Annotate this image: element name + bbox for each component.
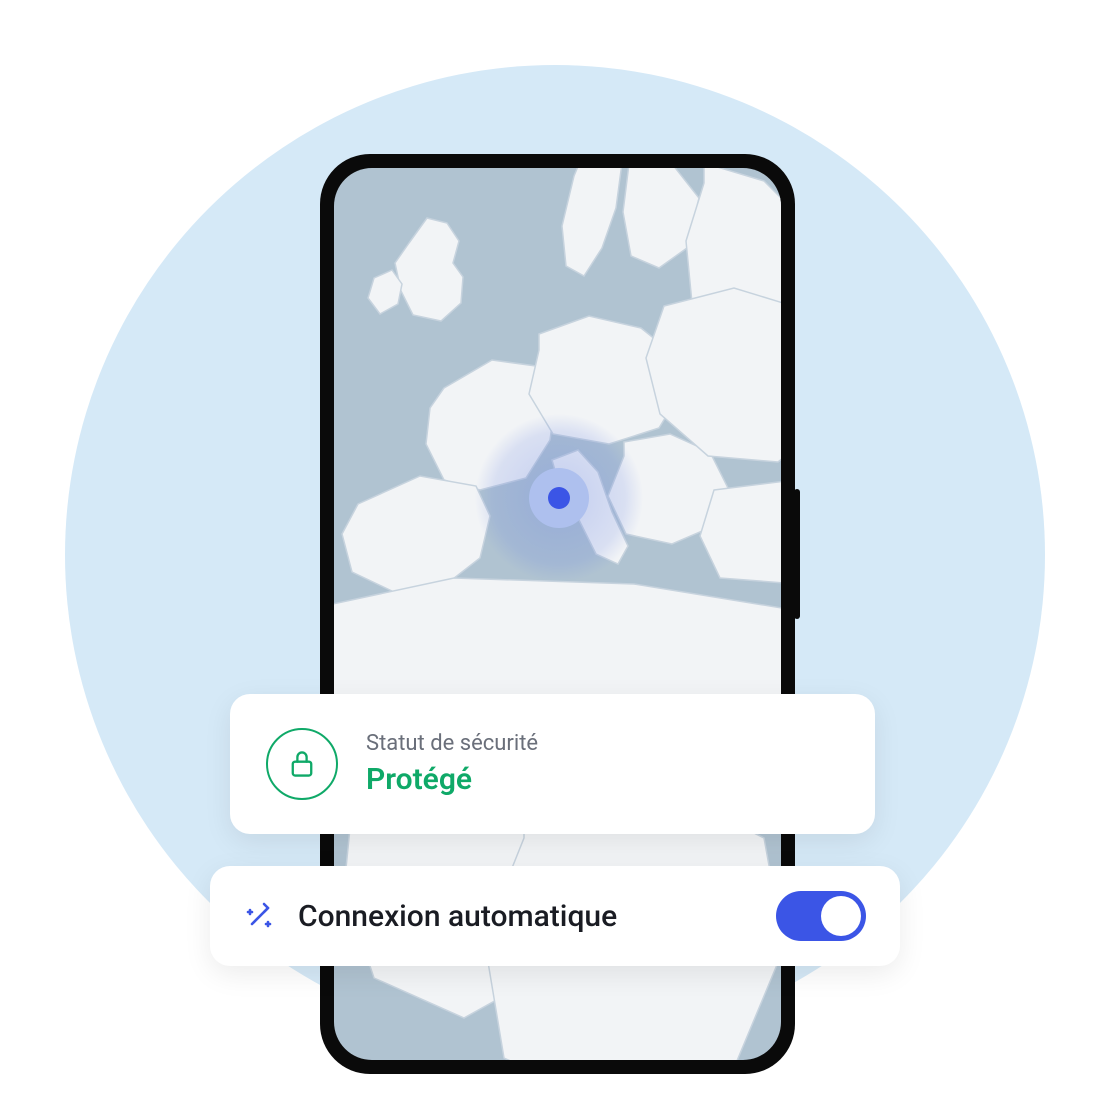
- autoconnect-label: Connexion automatique: [298, 899, 617, 934]
- toggle-knob: [821, 896, 861, 936]
- security-status-label: Statut de sécurité: [366, 731, 538, 756]
- autoconnect-toggle[interactable]: [776, 891, 866, 941]
- security-status-card: Statut de sécurité Protégé: [230, 694, 875, 834]
- lock-icon-circle: [266, 728, 338, 800]
- lock-icon: [288, 749, 316, 779]
- autoconnect-card: Connexion automatique: [210, 866, 900, 966]
- phone-side-button: [794, 489, 800, 619]
- security-status-value: Protégé: [366, 762, 538, 797]
- magic-wand-icon: [244, 900, 276, 932]
